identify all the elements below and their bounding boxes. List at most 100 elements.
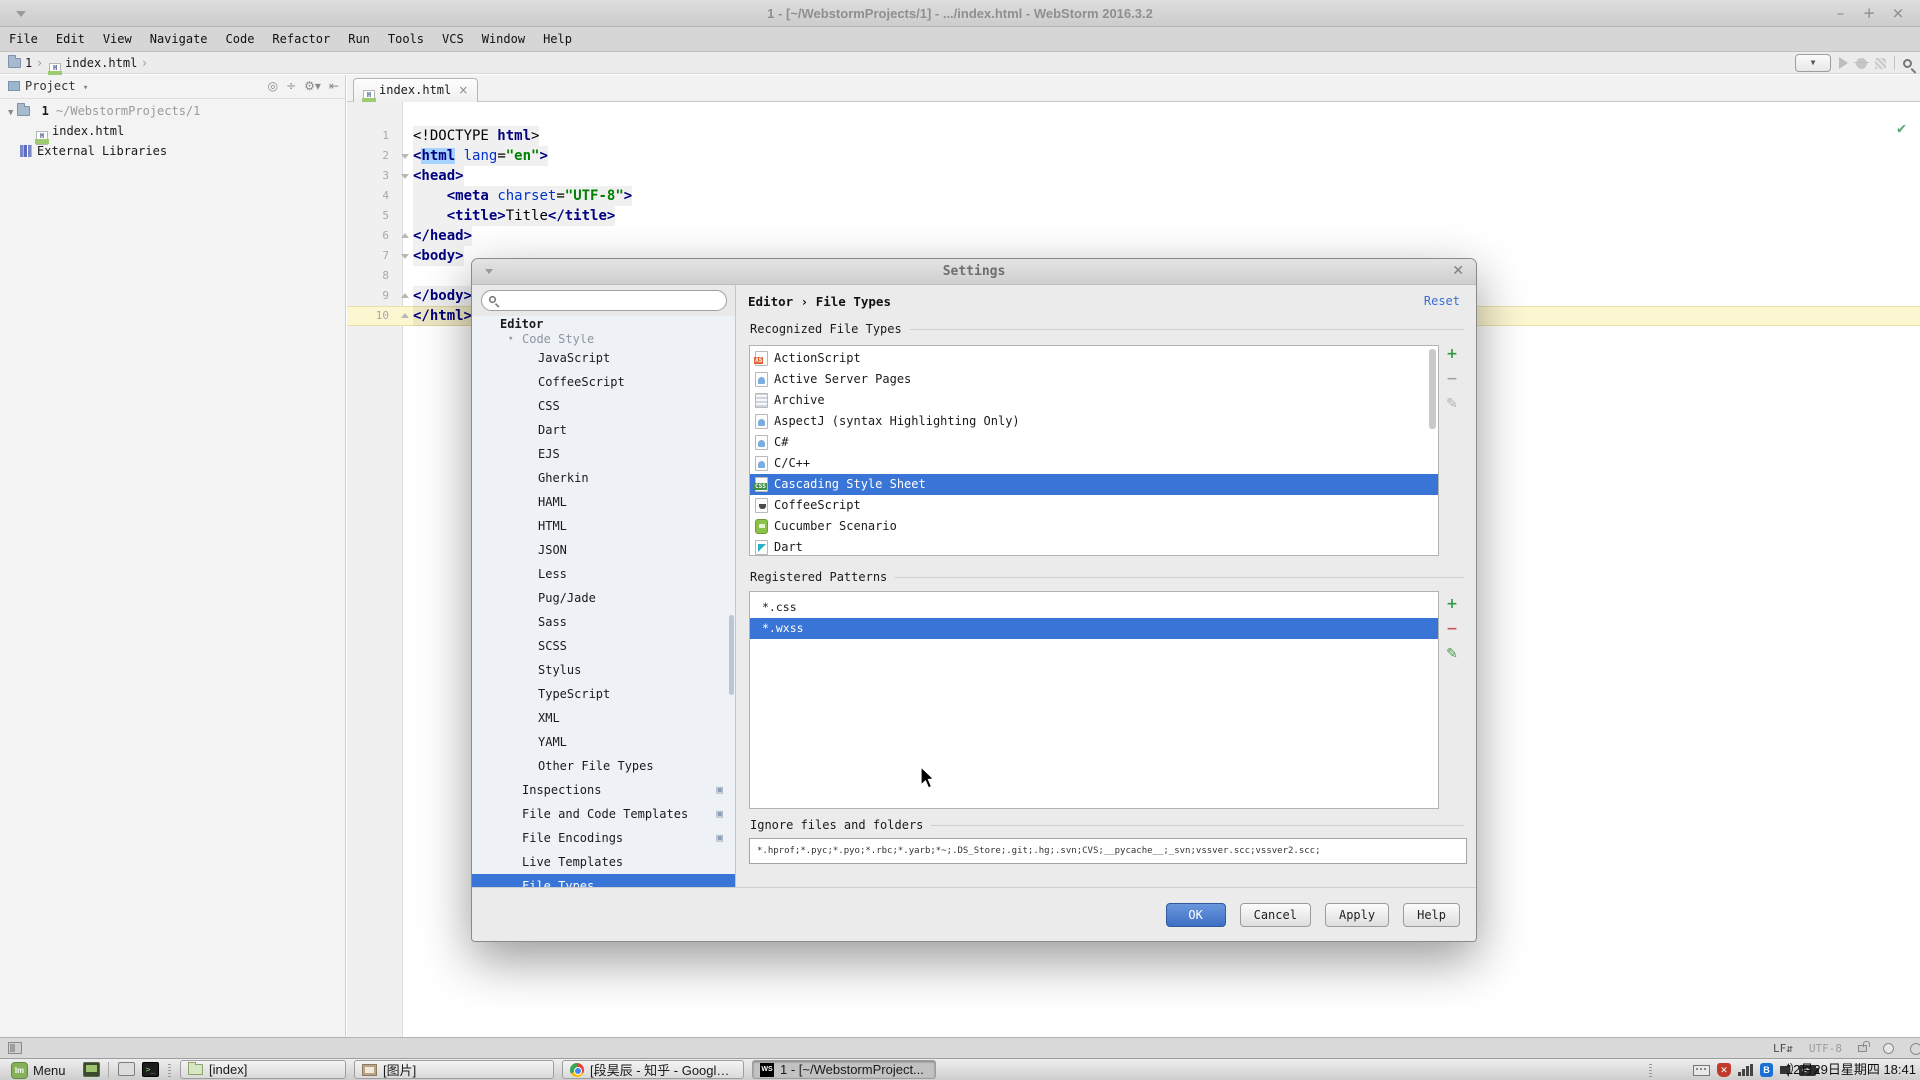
remove-pattern-button[interactable]: − (1444, 622, 1460, 638)
edit-file-type-button[interactable]: ✎ (1444, 397, 1460, 413)
tab-close-icon[interactable]: × (458, 83, 468, 97)
add-file-type-button[interactable]: + (1444, 347, 1460, 363)
breadcrumb-item-index-html[interactable]: Hindex.html› (49, 52, 152, 77)
remove-file-type-button[interactable]: − (1444, 372, 1460, 388)
code-line[interactable]: 5 <title>Title</title> (347, 206, 1920, 226)
file-type-row-active-server-pages[interactable]: Active Server Pages (750, 369, 1438, 390)
coverage-icon[interactable] (1875, 58, 1886, 69)
display-settings-icon[interactable] (118, 1062, 135, 1076)
settings-tree-item-xml[interactable]: XML (472, 706, 735, 730)
show-desktop-icon[interactable] (83, 1062, 100, 1077)
fold-marker-icon[interactable] (397, 306, 413, 326)
fold-marker-icon[interactable] (397, 226, 413, 246)
search-everywhere-icon[interactable] (1903, 59, 1912, 68)
taskbar-window-1-webstormproject[interactable]: WS1 - [~/WebstormProject... (752, 1060, 936, 1079)
settings-tree-item-dart[interactable]: Dart (472, 418, 735, 442)
code-line[interactable]: 2<html lang="en"> (347, 146, 1920, 166)
debug-icon[interactable] (1856, 58, 1867, 69)
pattern-row-wxss[interactable]: *.wxss (750, 618, 1438, 639)
settings-tree-item-inspections[interactable]: Inspections▣ (472, 778, 735, 802)
fold-marker-icon[interactable] (397, 246, 413, 266)
menu-item-window[interactable]: Window (473, 27, 534, 51)
menu-item-run[interactable]: Run (339, 27, 379, 51)
file-type-row-c[interactable]: C# (750, 432, 1438, 453)
settings-tree-item-stylus[interactable]: Stylus (472, 658, 735, 682)
cancel-button[interactable]: Cancel (1240, 903, 1311, 927)
settings-tree-item-file-encodings[interactable]: File Encodings▣ (472, 826, 735, 850)
settings-tree-item-file-and-code-templates[interactable]: File and Code Templates▣ (472, 802, 735, 826)
settings-tree-item-gherkin[interactable]: Gherkin (472, 466, 735, 490)
clock[interactable]: 12月29日星期四 18:41 (1786, 1059, 1916, 1080)
ok-button[interactable]: OK (1166, 903, 1226, 927)
menu-item-refactor[interactable]: Refactor (263, 27, 339, 51)
add-pattern-button[interactable]: + (1444, 597, 1460, 613)
taskbar-window-item[interactable]: [图片] (354, 1060, 554, 1079)
external-libraries-row[interactable]: External Libraries (0, 141, 345, 161)
settings-tree-item-less[interactable]: Less (472, 562, 735, 586)
tab-index-html[interactable]: Hindex.html× (353, 78, 478, 102)
maximize-button[interactable]: + (1857, 0, 1881, 27)
menu-item-tools[interactable]: Tools (379, 27, 433, 51)
menu-item-code[interactable]: Code (217, 27, 264, 51)
code-line[interactable]: 3<head> (347, 166, 1920, 186)
menu-item-edit[interactable]: Edit (47, 27, 94, 51)
menu-item-file[interactable]: File (0, 27, 47, 51)
hector-inspector-icon[interactable] (1883, 1043, 1894, 1054)
fold-marker-icon[interactable] (397, 146, 413, 166)
expand-arrow-icon[interactable]: ▾ (508, 334, 513, 345)
run-configuration-dropdown[interactable]: ▼ (1795, 54, 1831, 72)
settings-tree-scrollbar[interactable] (729, 615, 734, 695)
keyboard-layout-icon[interactable] (1693, 1065, 1710, 1076)
project-file-row[interactable]: Hindex.html (0, 121, 345, 141)
dialog-close-icon[interactable]: ✕ (1452, 259, 1464, 284)
file-type-row-cucumber-scenario[interactable]: Cucumber Scenario (750, 516, 1438, 537)
settings-tree-item-coffeescript[interactable]: CoffeeScript (472, 370, 735, 394)
project-root-row[interactable]: ▼ 1~/WebstormProjects/1 (0, 101, 345, 121)
hide-panel-icon[interactable]: ⇤ (329, 79, 339, 93)
run-icon[interactable] (1839, 57, 1848, 69)
reset-link[interactable]: Reset (1424, 294, 1460, 308)
close-button[interactable]: × (1886, 0, 1910, 27)
network-signal-icon[interactable] (1738, 1064, 1753, 1076)
file-type-row-cascading-style-sheet[interactable]: Cascading Style Sheet (750, 474, 1438, 495)
file-type-row-dart[interactable]: Dart (750, 537, 1438, 556)
lock-icon[interactable] (1858, 1045, 1867, 1052)
line-ending-selector[interactable]: LF⇵ (1773, 1042, 1793, 1055)
project-panel-header[interactable]: Project ▾ ◎÷⚙▾⇤ (0, 75, 345, 99)
bluetooth-icon[interactable]: B (1760, 1063, 1773, 1077)
ignore-files-input[interactable] (749, 838, 1467, 864)
settings-search-input[interactable] (504, 292, 718, 309)
settings-tree-item-json[interactable]: JSON (472, 538, 735, 562)
settings-tree-item-html[interactable]: HTML (472, 514, 735, 538)
menu-item-view[interactable]: View (94, 27, 141, 51)
code-line[interactable]: 6</head> (347, 226, 1920, 246)
settings-tree-item-sass[interactable]: Sass (472, 610, 735, 634)
code-line[interactable]: 4 <meta charset="UTF-8"> (347, 186, 1920, 206)
settings-tree-item-pug-jade[interactable]: Pug/Jade (472, 586, 735, 610)
edit-pattern-button[interactable]: ✎ (1444, 647, 1460, 663)
taskbar-window-index[interactable]: [index] (180, 1060, 346, 1079)
settings-tree-item-css[interactable]: CSS (472, 394, 735, 418)
fold-marker-icon[interactable] (397, 286, 413, 306)
help-button[interactable]: Help (1403, 903, 1460, 927)
settings-tree-item-ejs[interactable]: EJS (472, 442, 735, 466)
settings-tree-item-javascript[interactable]: JavaScript (472, 346, 735, 370)
breadcrumb-item-1[interactable]: 1› (8, 52, 47, 74)
settings-tree-item-haml[interactable]: HAML (472, 490, 735, 514)
locate-file-icon[interactable]: ◎ (268, 79, 278, 93)
settings-tree-item-code-style[interactable]: ▾Code Style (472, 334, 735, 346)
file-type-row-c-c[interactable]: C/C++ (750, 453, 1438, 474)
pattern-row-css[interactable]: *.css (750, 597, 1438, 618)
settings-tree-item-editor[interactable]: Editor (472, 316, 735, 334)
apply-button[interactable]: Apply (1325, 903, 1389, 927)
settings-tree-item-other-file-types[interactable]: Other File Types (472, 754, 735, 778)
menu-item-help[interactable]: Help (534, 27, 581, 51)
menu-item-navigate[interactable]: Navigate (141, 27, 217, 51)
settings-tree-item-scss[interactable]: SCSS (472, 634, 735, 658)
minimize-button[interactable]: – (1828, 0, 1852, 27)
settings-tree-item-live-templates[interactable]: Live Templates (472, 850, 735, 874)
collapse-icon[interactable]: ÷ (286, 79, 296, 93)
gear-icon[interactable]: ⚙▾ (304, 79, 321, 93)
file-type-row-coffeescript[interactable]: CoffeeScript (750, 495, 1438, 516)
settings-tree-item-yaml[interactable]: YAML (472, 730, 735, 754)
